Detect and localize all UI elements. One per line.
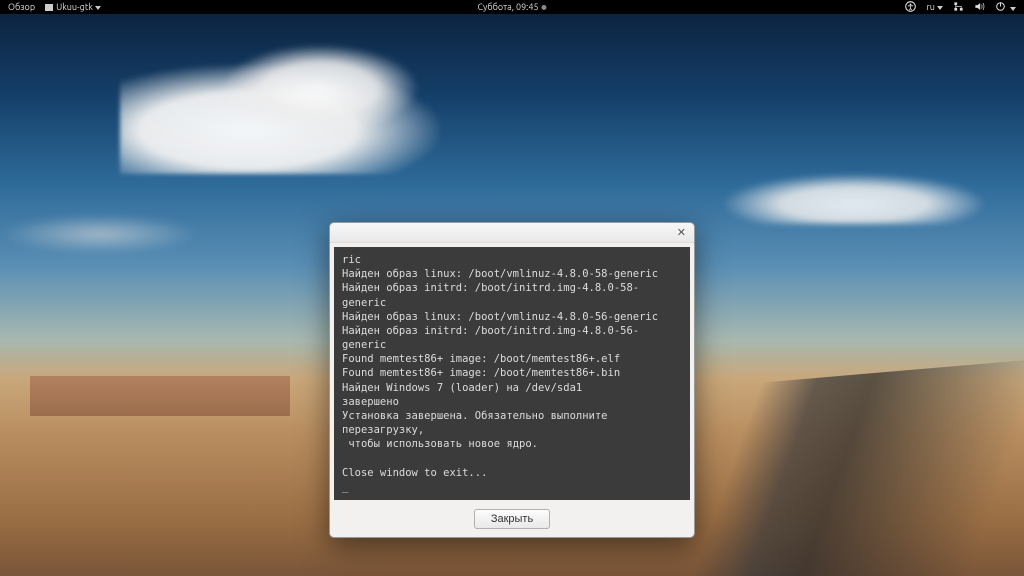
- clock-label: Суббота, 09:45: [477, 2, 538, 12]
- network-icon[interactable]: [953, 1, 964, 14]
- app-icon: [45, 4, 53, 11]
- close-icon[interactable]: ✕: [675, 226, 688, 239]
- top-panel: Обзор Ukuu-gtk Суббота, 09:45 ru: [0, 0, 1024, 14]
- app-menu-label: Ukuu-gtk: [56, 2, 93, 12]
- chevron-down-icon: [1010, 7, 1016, 11]
- notification-dot-icon: [542, 5, 547, 10]
- volume-icon[interactable]: [974, 1, 985, 14]
- terminal-dialog: ✕ ric Найден образ linux: /boot/vmlinuz-…: [329, 222, 695, 538]
- app-menu[interactable]: Ukuu-gtk: [45, 2, 101, 12]
- dialog-footer: Закрыть: [330, 504, 694, 537]
- chevron-down-icon: [937, 6, 943, 10]
- terminal-output: ric Найден образ linux: /boot/vmlinuz-4.…: [334, 247, 690, 500]
- dialog-titlebar[interactable]: ✕: [330, 223, 694, 243]
- close-button[interactable]: Закрыть: [474, 509, 550, 529]
- power-icon[interactable]: [995, 1, 1016, 14]
- activities-button[interactable]: Обзор: [8, 2, 35, 12]
- clock[interactable]: Суббота, 09:45: [477, 2, 546, 12]
- keyboard-layout[interactable]: ru: [926, 2, 943, 12]
- accessibility-icon[interactable]: [905, 1, 916, 14]
- chevron-down-icon: [95, 6, 101, 10]
- keyboard-layout-label: ru: [926, 2, 935, 12]
